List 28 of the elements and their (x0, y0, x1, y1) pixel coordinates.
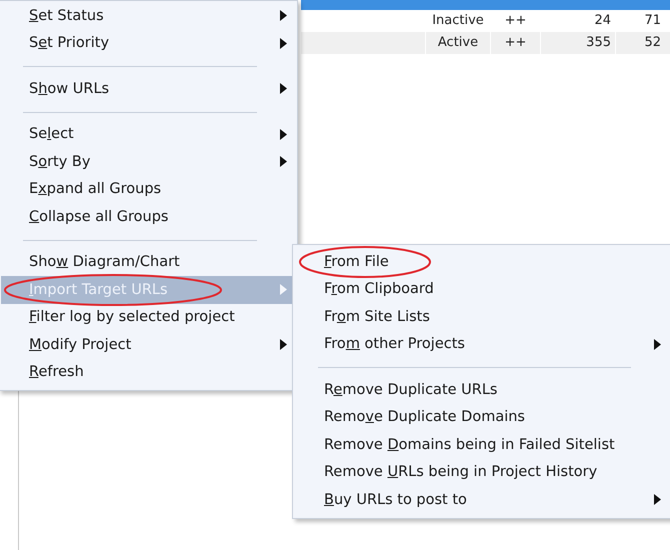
submenu-arrow-icon (280, 339, 287, 350)
submenu-arrow-icon (280, 156, 287, 168)
submenu-arrow-icon (280, 83, 287, 94)
menu-item[interactable]: Set Status (1, 2, 297, 30)
table-cell: 52 (615, 32, 665, 54)
submenu-arrow-icon (280, 284, 287, 296)
table-cell: 355 (540, 32, 615, 54)
table-row[interactable]: Active ++ 355 52 (300, 32, 670, 54)
table-cell: ++ (490, 32, 540, 54)
menu-item[interactable]: Set Priority (1, 30, 297, 57)
menu-item[interactable]: Buy URLs to post to (293, 486, 670, 514)
menu-item[interactable]: Remove Domains being in Failed Sitelist (293, 431, 670, 458)
menu-item[interactable]: Select (1, 120, 297, 148)
submenu-arrow-icon (280, 128, 287, 140)
submenu-arrow-icon (654, 338, 661, 350)
table-cell: Active (425, 32, 490, 54)
menu-item[interactable]: From Site Lists (293, 303, 670, 330)
submenu-arrow-icon (280, 38, 287, 49)
submenu-arrow-icon (280, 10, 287, 22)
menu-item[interactable]: Remove Duplicate URLs (293, 376, 670, 404)
menu-item[interactable]: Expand all Groups (1, 176, 297, 203)
menu-item[interactable]: From File (293, 248, 670, 276)
menu-item[interactable]: Sorty By (1, 148, 297, 176)
menu-item[interactable]: Collapse all Groups (1, 203, 297, 230)
menu-item[interactable]: Remove Duplicate Domains (293, 404, 670, 431)
submenu-arrow-icon (654, 494, 661, 506)
menu-item[interactable]: Remove URLs being in Project History (293, 458, 670, 486)
menu-item[interactable]: Show URLs (1, 75, 297, 102)
